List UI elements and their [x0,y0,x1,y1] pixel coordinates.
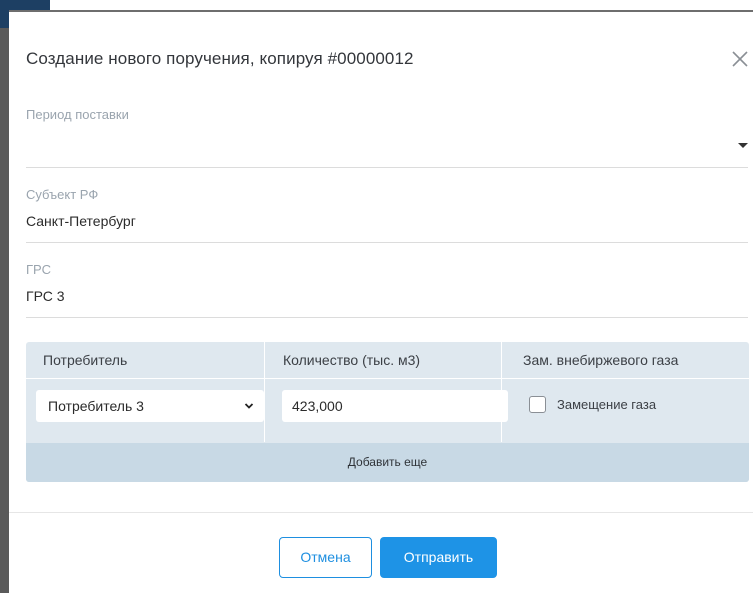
close-icon[interactable] [729,48,751,70]
submit-button[interactable]: Отправить [380,537,497,578]
gas-replacement-label[interactable]: Замещение газа [557,397,656,412]
caret-down-icon[interactable] [738,143,748,148]
header-divider [26,378,749,379]
background-app-edge [0,0,9,593]
footer-divider [9,512,753,513]
create-order-modal: Создание нового поручения, копируя #0000… [9,10,753,593]
grs-value: ГРС 3 [26,288,65,304]
grs-field[interactable]: ГРС ГРС 3 [26,262,748,318]
subject-label: Субъект РФ [26,187,99,202]
subject-field[interactable]: Субъект РФ Санкт-Петербург [26,187,748,243]
consumer-select[interactable]: Потребитель 3 [36,390,264,422]
table-header-quantity: Количество (тыс. м3) [283,352,421,368]
quantity-input[interactable]: 423,000 [282,390,508,422]
add-more-button[interactable]: Добавить еще [26,443,749,482]
table-header-replacement: Зам. внебиржевого газа [523,352,679,368]
table-header-consumer: Потребитель [43,352,128,368]
cancel-button[interactable]: Отмена [279,537,372,578]
gas-replacement-checkbox[interactable] [529,396,546,413]
subject-value: Санкт-Петербург [26,213,136,229]
modal-title: Создание нового поручения, копируя #0000… [26,49,414,68]
column-divider [264,342,265,442]
consumers-table: Потребитель Количество (тыс. м3) Зам. вн… [26,342,749,482]
consumer-select-value: Потребитель 3 [48,398,144,414]
chevron-down-icon [244,403,254,409]
grs-label: ГРС [26,262,51,277]
period-label: Период поставки [26,107,129,122]
period-field[interactable]: Период поставки [26,107,748,168]
